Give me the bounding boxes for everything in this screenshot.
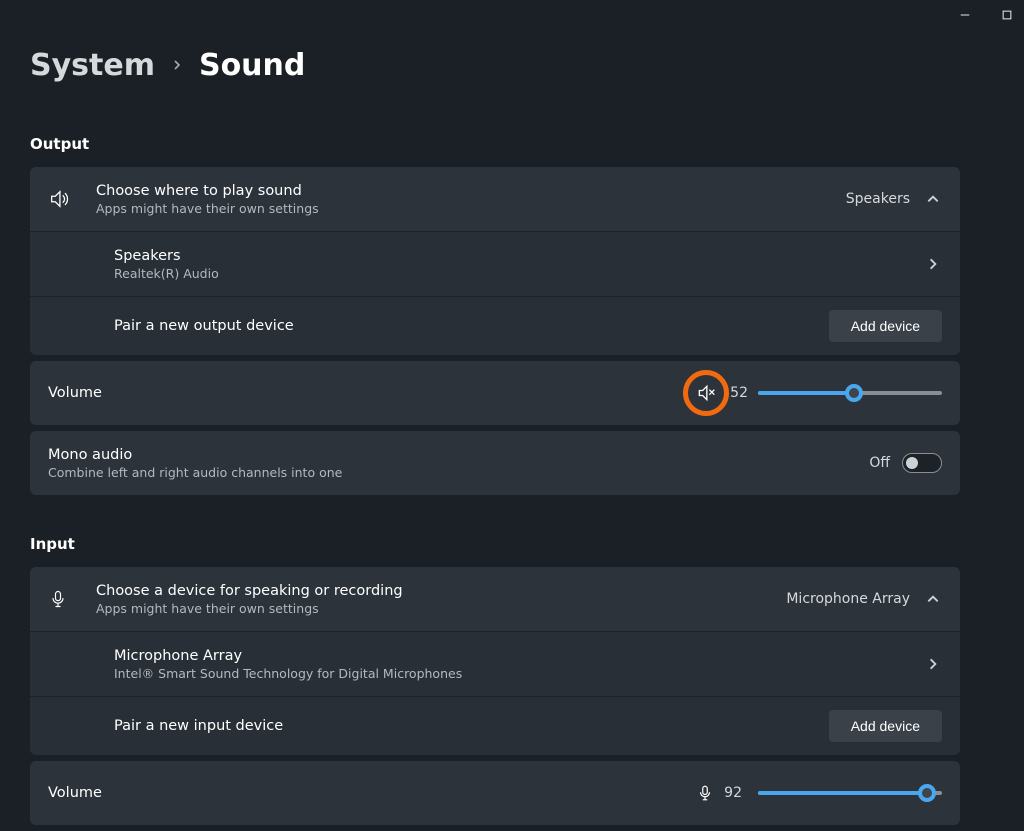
minimize-button[interactable] bbox=[958, 8, 972, 22]
choose-output-row[interactable]: Choose where to play sound Apps might ha… bbox=[30, 167, 960, 232]
mono-audio-row: Mono audio Combine left and right audio … bbox=[30, 431, 960, 495]
output-volume-slider[interactable] bbox=[758, 383, 942, 403]
page-title: Sound bbox=[199, 48, 305, 83]
choose-input-title: Choose a device for speaking or recordin… bbox=[96, 583, 786, 599]
maximize-button[interactable] bbox=[1000, 8, 1014, 22]
section-title-output: Output bbox=[30, 135, 960, 153]
input-device-driver: Intel® Smart Sound Technology for Digita… bbox=[114, 666, 924, 681]
mono-audio-group: Mono audio Combine left and right audio … bbox=[30, 431, 960, 495]
chevron-up-icon bbox=[924, 190, 942, 208]
input-volume-group: Volume 92 bbox=[30, 761, 960, 825]
chevron-right-icon bbox=[924, 255, 942, 273]
breadcrumb: System Sound bbox=[30, 48, 305, 83]
chevron-right-icon bbox=[924, 655, 942, 673]
mono-title: Mono audio bbox=[48, 447, 869, 463]
input-volume-label: Volume bbox=[48, 785, 696, 801]
section-title-input: Input bbox=[30, 535, 960, 553]
input-volume-row: Volume 92 bbox=[30, 761, 960, 825]
choose-output-title: Choose where to play sound bbox=[96, 183, 846, 199]
output-group: Choose where to play sound Apps might ha… bbox=[30, 167, 960, 355]
window-controls bbox=[958, 8, 1014, 22]
pair-output-row: Pair a new output device Add device bbox=[30, 297, 960, 355]
output-device-name: Speakers bbox=[114, 248, 924, 264]
input-volume-slider[interactable] bbox=[758, 783, 942, 803]
pair-output-label: Pair a new output device bbox=[114, 318, 829, 334]
add-input-device-button[interactable]: Add device bbox=[829, 710, 942, 742]
output-volume-group: Volume 52 bbox=[30, 361, 960, 425]
mono-state-label: Off bbox=[869, 455, 890, 471]
current-input-label: Microphone Array bbox=[786, 591, 910, 607]
choose-input-row[interactable]: Choose a device for speaking or recordin… bbox=[30, 567, 960, 632]
breadcrumb-parent[interactable]: System bbox=[30, 48, 155, 83]
pair-input-row: Pair a new input device Add device bbox=[30, 697, 960, 755]
output-volume-value: 52 bbox=[730, 385, 748, 401]
choose-input-sub: Apps might have their own settings bbox=[96, 601, 786, 616]
output-device-row[interactable]: Speakers Realtek(R) Audio bbox=[30, 232, 960, 297]
speaker-icon bbox=[48, 188, 96, 210]
microphone-icon[interactable] bbox=[696, 784, 714, 802]
input-device-name: Microphone Array bbox=[114, 648, 924, 664]
chevron-right-icon bbox=[171, 56, 183, 75]
microphone-icon bbox=[48, 589, 96, 609]
input-group: Choose a device for speaking or recordin… bbox=[30, 567, 960, 755]
add-output-device-button[interactable]: Add device bbox=[829, 310, 942, 342]
mono-toggle[interactable] bbox=[902, 453, 942, 473]
choose-output-sub: Apps might have their own settings bbox=[96, 201, 846, 216]
output-volume-label: Volume bbox=[48, 385, 692, 401]
output-device-driver: Realtek(R) Audio bbox=[114, 266, 924, 281]
input-volume-value: 92 bbox=[724, 785, 742, 801]
output-volume-row: Volume 52 bbox=[30, 361, 960, 425]
pair-input-label: Pair a new input device bbox=[114, 718, 829, 734]
current-output-label: Speakers bbox=[846, 191, 910, 207]
mute-button[interactable] bbox=[692, 379, 720, 407]
mono-sub: Combine left and right audio channels in… bbox=[48, 465, 869, 480]
chevron-up-icon bbox=[924, 590, 942, 608]
input-device-row[interactable]: Microphone Array Intel® Smart Sound Tech… bbox=[30, 632, 960, 697]
